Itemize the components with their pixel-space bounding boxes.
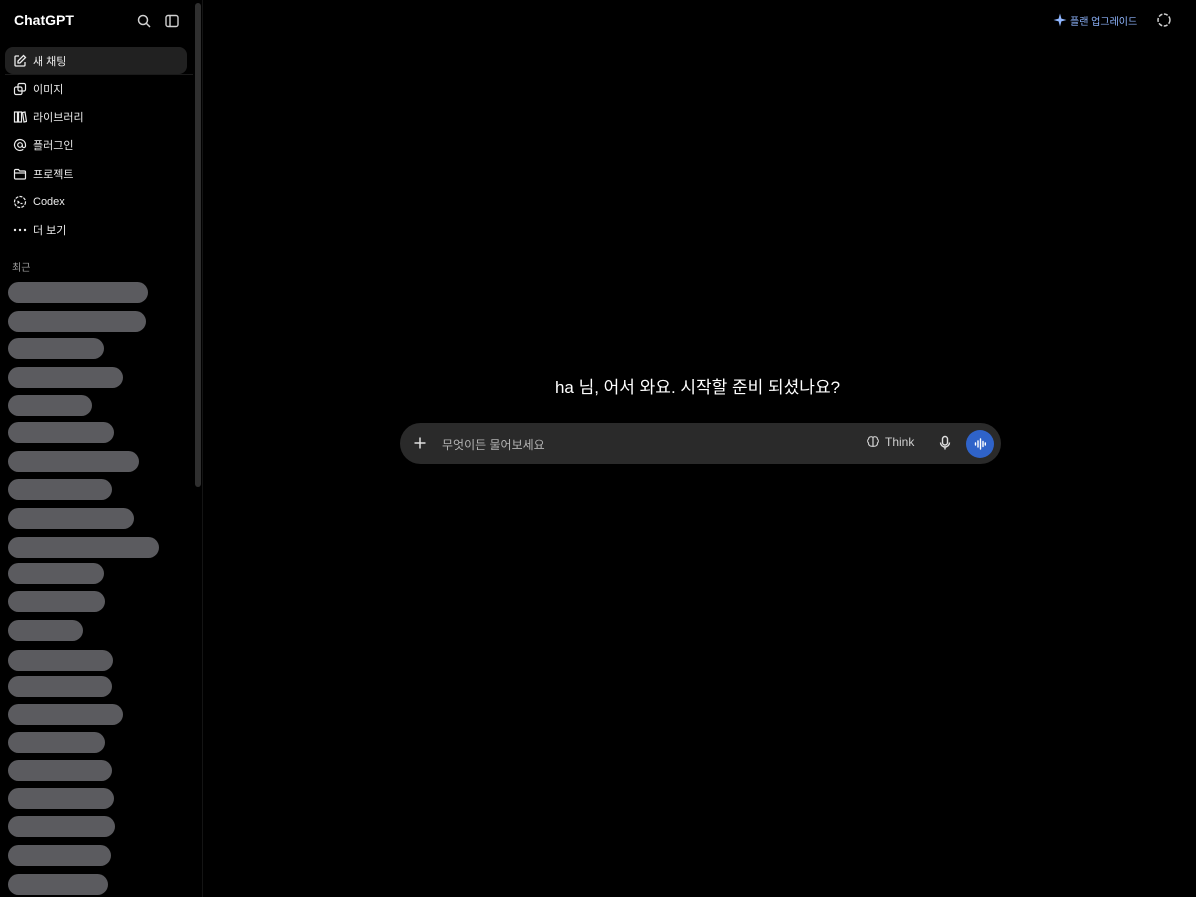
- recent-section-title: 최근: [12, 263, 31, 274]
- recent-chat-item[interactable]: [8, 704, 123, 725]
- search-icon[interactable]: [135, 12, 153, 30]
- recent-chat-item[interactable]: [8, 451, 139, 472]
- recent-chat-item[interactable]: [8, 788, 114, 809]
- sidebar-toggle-icon[interactable]: [163, 12, 181, 30]
- recent-chat-item[interactable]: [8, 732, 105, 753]
- recent-chat-item[interactable]: [8, 591, 105, 612]
- sidebar-item-plugins[interactable]: 플러그인: [5, 131, 187, 158]
- sidebar-item-label: 플러그인: [33, 139, 74, 152]
- recent-chat-item[interactable]: [8, 422, 114, 443]
- sparkle-icon: [1053, 13, 1070, 27]
- upgrade-plan-label: 플랜 업그레이드: [1070, 16, 1138, 28]
- composer: Think: [400, 423, 1001, 464]
- recent-chat-item[interactable]: [8, 311, 146, 332]
- sidebar: ChatGPT 새 채팅 이미지 라이브러리 플러그인 프로젝트 Codex 더…: [0, 0, 203, 897]
- microphone-icon[interactable]: [937, 435, 953, 451]
- waveform-icon: [973, 437, 987, 451]
- recent-chat-item[interactable]: [8, 874, 108, 895]
- sidebar-item-more[interactable]: 더 보기: [5, 216, 187, 243]
- temporary-chat-icon[interactable]: [1156, 12, 1172, 28]
- welcome-heading: ha 님, 어서 와요. 시작할 준비 되셨나요?: [0, 373, 1196, 398]
- welcome-text: ha 님, 어서 와요. 시작할 준비 되셨나요?: [554, 378, 841, 397]
- sidebar-item-images[interactable]: 이미지: [5, 75, 187, 102]
- sidebar-scrollbar[interactable]: [195, 3, 201, 487]
- recent-chat-item[interactable]: [8, 537, 159, 558]
- codex-icon: [13, 195, 27, 209]
- sidebar-item-label: Codex: [33, 195, 65, 208]
- upgrade-plan-button[interactable]: 플랜 업그레이드: [1053, 12, 1137, 28]
- sidebar-item-new-chat[interactable]: 새 채팅: [5, 47, 187, 74]
- sidebar-item-label: 라이브러리: [33, 111, 84, 124]
- recent-chat-item[interactable]: [8, 620, 83, 641]
- more-icon: [13, 223, 27, 237]
- recent-chat-item[interactable]: [8, 282, 148, 303]
- add-attachment-icon[interactable]: [412, 435, 428, 451]
- recent-chat-item[interactable]: [8, 760, 112, 781]
- recent-chat-item[interactable]: [8, 650, 113, 671]
- folder-icon: [13, 167, 27, 181]
- brain-icon: [866, 435, 885, 449]
- recent-chat-item[interactable]: [8, 508, 134, 529]
- at-icon: [13, 138, 27, 152]
- sidebar-item-library[interactable]: 라이브러리: [5, 103, 187, 130]
- images-icon: [13, 82, 27, 96]
- sidebar-item-label: 프로젝트: [33, 168, 74, 181]
- recent-chat-item[interactable]: [8, 676, 112, 697]
- sidebar-item-label: 새 채팅: [33, 55, 67, 68]
- sidebar-item-projects[interactable]: 프로젝트: [5, 160, 187, 187]
- think-label: Think: [885, 435, 915, 449]
- recent-chat-item[interactable]: [8, 563, 104, 584]
- sidebar-item-label: 더 보기: [33, 224, 67, 237]
- brand-title[interactable]: ChatGPT: [14, 12, 74, 28]
- edit-icon: [13, 54, 27, 68]
- think-button[interactable]: Think: [866, 435, 914, 449]
- sidebar-item-label: 이미지: [33, 83, 64, 96]
- recent-chat-item[interactable]: [8, 479, 112, 500]
- voice-mode-button[interactable]: [966, 430, 994, 458]
- prompt-input[interactable]: [440, 433, 844, 456]
- sidebar-item-codex[interactable]: Codex: [5, 188, 187, 215]
- recent-chat-item[interactable]: [8, 338, 104, 359]
- recent-chat-item[interactable]: [8, 845, 111, 866]
- recent-chat-item[interactable]: [8, 395, 92, 416]
- library-icon: [13, 110, 27, 124]
- recent-chat-item[interactable]: [8, 816, 115, 837]
